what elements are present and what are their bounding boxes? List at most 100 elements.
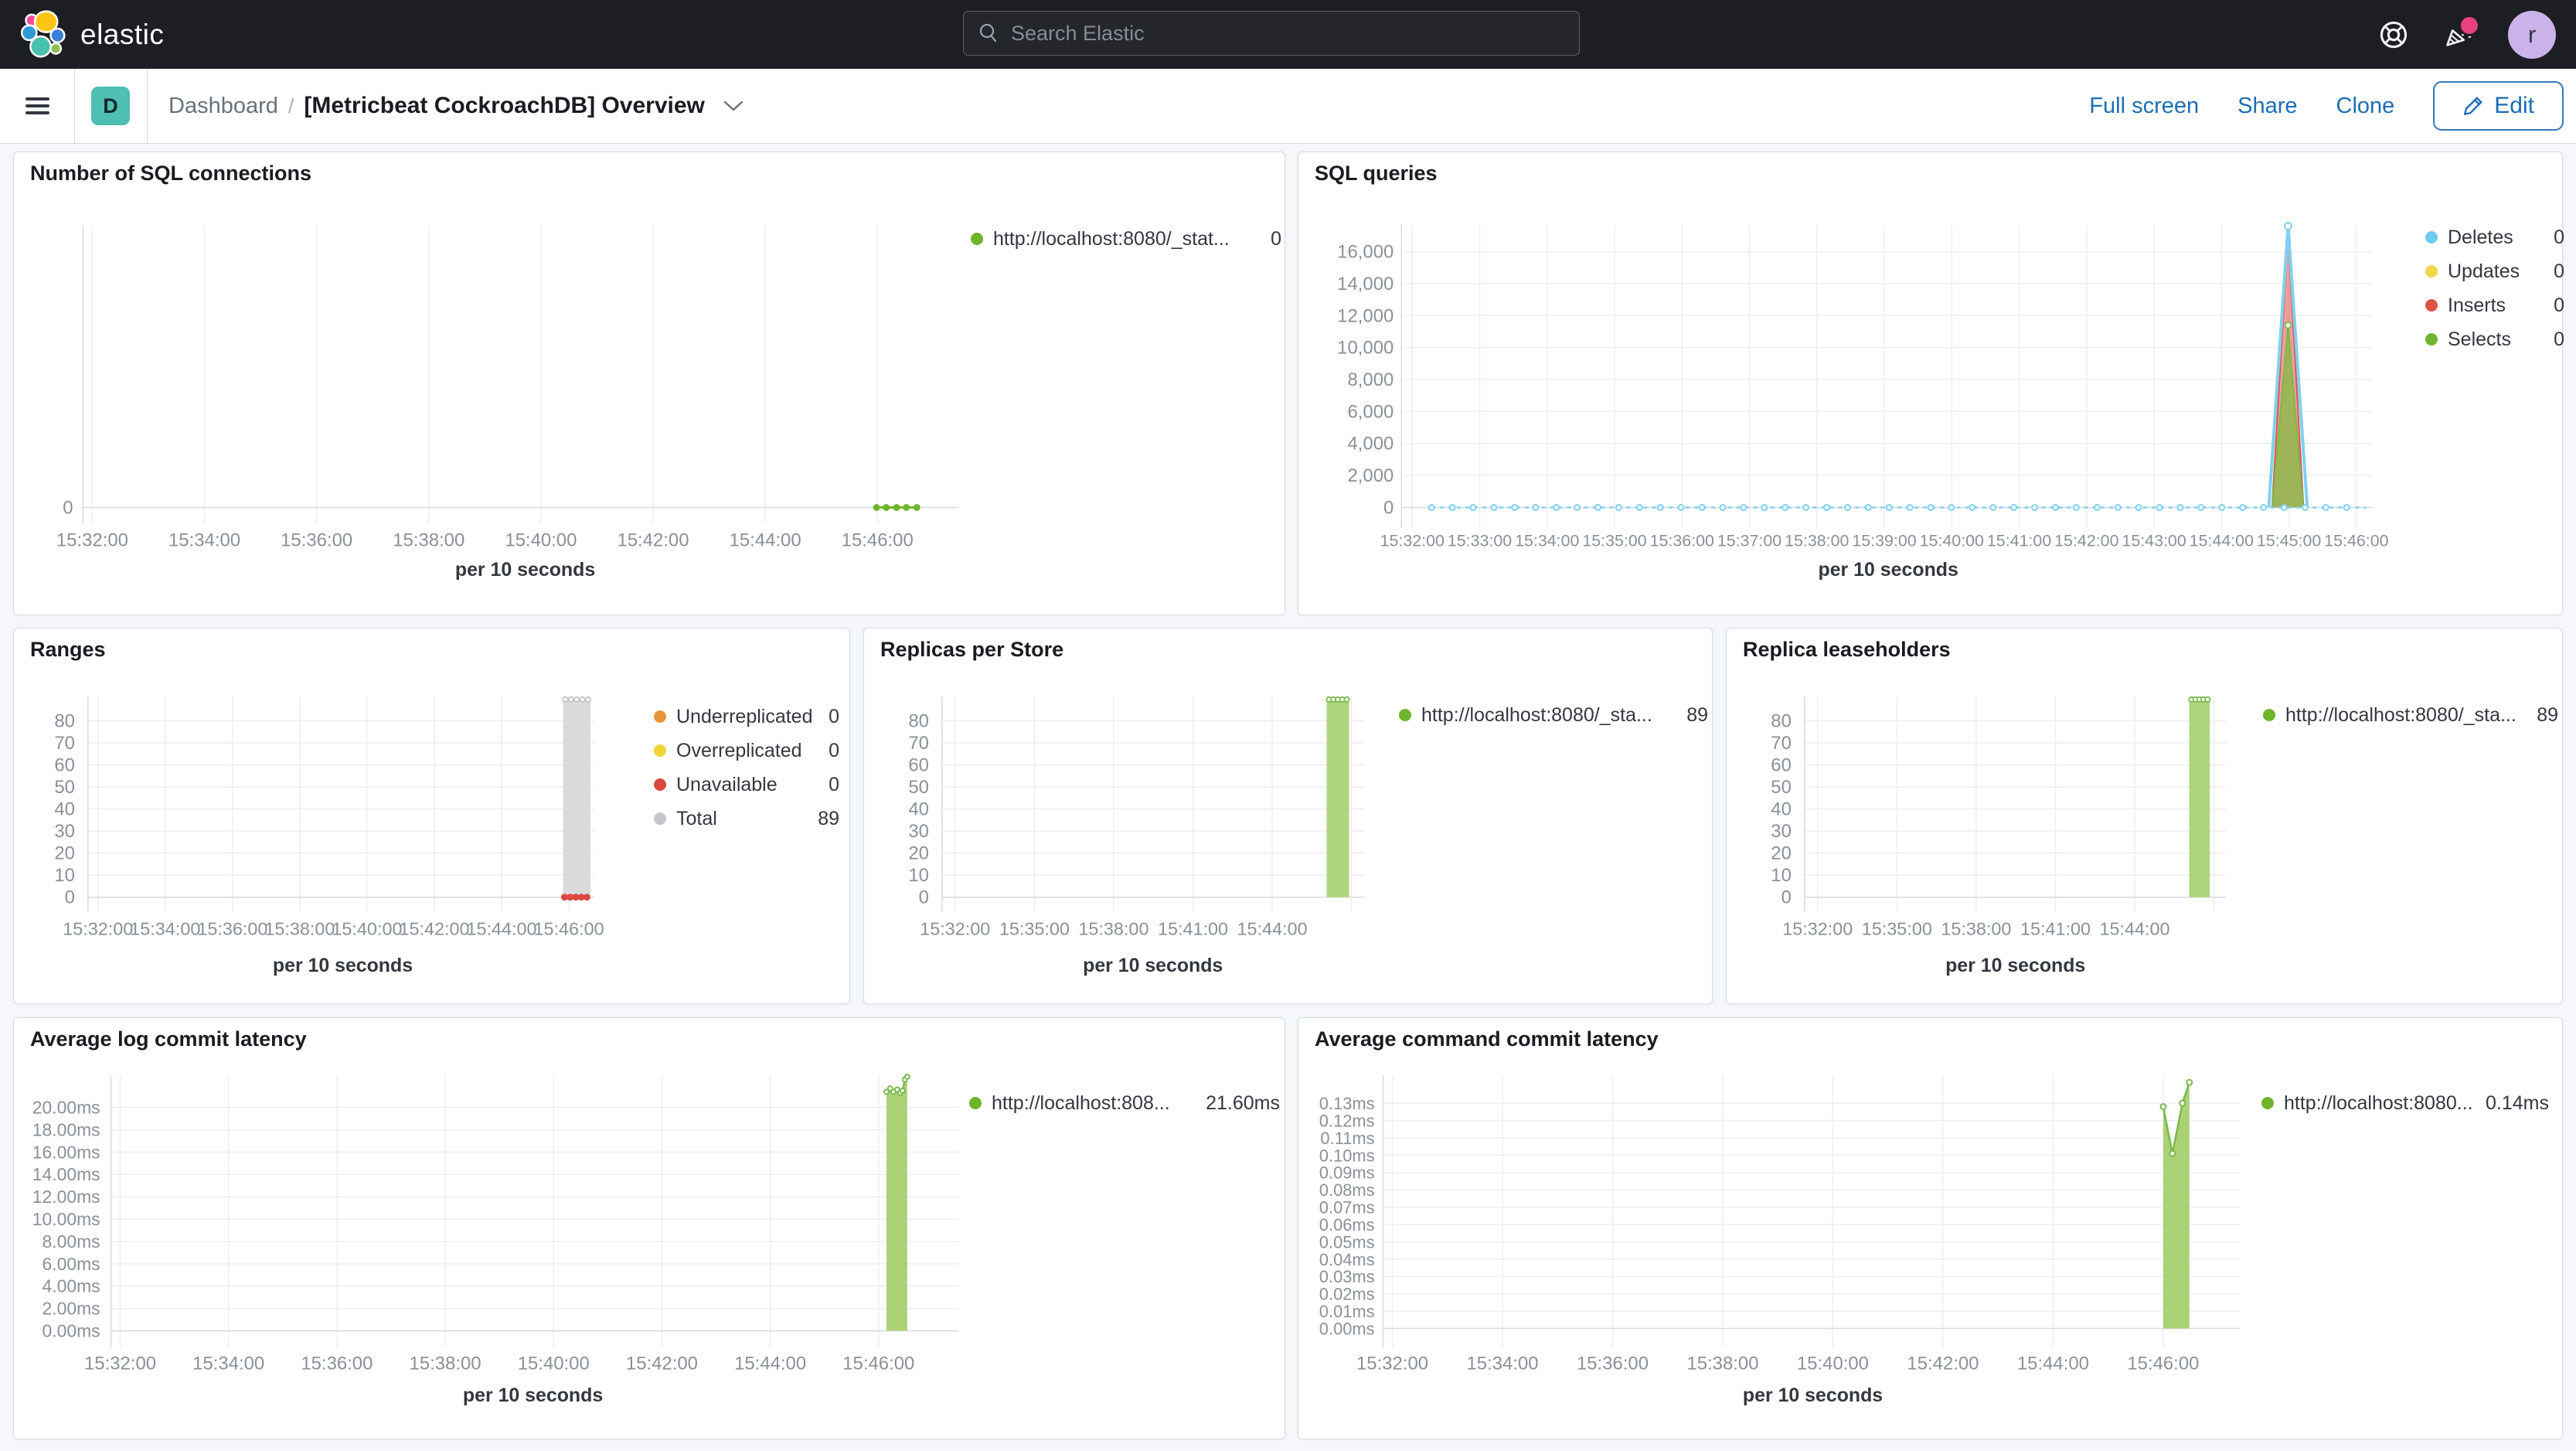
legend-item[interactable]: http://localhost:808... 21.60ms <box>969 1091 1280 1115</box>
svg-text:15:46:00: 15:46:00 <box>2324 531 2388 550</box>
svg-text:30: 30 <box>1771 821 1792 842</box>
panel-average-command-commit-latency[interactable]: Average command commit latency 0.13ms 0.1… <box>1298 1017 2563 1439</box>
panel-sql-queries[interactable]: SQL queries 16,000 14,000 12,000 10,000 8,00… <box>1298 152 2564 615</box>
chart-legend: Deletes 0 Updates 0 Inserts 0 Selects 0 <box>2425 225 2564 361</box>
svg-text:15:41:00: 15:41:00 <box>1987 531 2051 550</box>
legend-value: 0 <box>829 739 839 761</box>
axis-labels: 80706050403020100 15:32:0015:34:0015:36:0… <box>54 710 604 976</box>
svg-text:0.12ms: 0.12ms <box>1319 1111 1375 1130</box>
gridlines <box>1804 696 2227 912</box>
legend-item[interactable]: Inserts 0 <box>2425 293 2564 318</box>
axis-labels: 80706050403020100 15:32:00 15:35:00 15:38:0… <box>1771 710 2169 976</box>
svg-text:0.11ms: 0.11ms <box>1320 1129 1374 1148</box>
chevron-down-icon[interactable] <box>723 99 744 113</box>
svg-text:15:38:00: 15:38:00 <box>410 1353 482 1374</box>
svg-text:2.00ms: 2.00ms <box>42 1299 100 1319</box>
svg-text:14,000: 14,000 <box>1337 274 1393 295</box>
svg-text:0.13ms: 0.13ms <box>1319 1094 1375 1113</box>
user-avatar[interactable]: r <box>2508 10 2556 59</box>
panel-replica-leaseholders[interactable]: Replica leaseholders 80 70 60 50 40 30 20 10 0 15… <box>1726 628 2563 1004</box>
chart-average-log-commit-latency[interactable]: 20.00ms18.00ms 16.00ms14.00ms 12.00ms10.00… <box>14 1018 1285 1439</box>
legend-item[interactable]: http://localhost:8080/_sta... 89 <box>1399 703 1708 727</box>
legend-item[interactable]: Underreplicated 0 <box>654 704 839 729</box>
legend-label: Inserts <box>2448 294 2506 316</box>
legend-label: Unavailable <box>676 773 778 795</box>
svg-text:15:41:00: 15:41:00 <box>2020 918 2091 938</box>
svg-text:50: 50 <box>54 777 75 798</box>
divider <box>74 69 75 143</box>
menu-icon[interactable] <box>26 94 49 118</box>
news-icon[interactable] <box>2443 14 2480 50</box>
svg-text:0: 0 <box>63 497 73 518</box>
help-icon[interactable] <box>2378 19 2409 50</box>
svg-text:80: 80 <box>54 710 75 731</box>
chart-replica-leaseholders[interactable]: 80706050403020100 15:32:00 15:35:00 15:38:0… <box>1727 628 2562 1003</box>
full-screen-link[interactable]: Full screen <box>2089 94 2199 119</box>
panel-number-of-sql-connections[interactable]: Number of SQL connections 0 15:32:00 15:34… <box>13 152 1285 615</box>
svg-text:15:34:00: 15:34:00 <box>130 918 200 938</box>
legend-item[interactable]: Overreplicated 0 <box>654 738 839 763</box>
svg-text:0: 0 <box>1781 887 1792 908</box>
panel-replicas-per-store[interactable]: Replicas per Store 80 70 60 50 40 30 20 10 0 15:3… <box>863 628 1713 1004</box>
svg-text:per 10 seconds: per 10 seconds <box>273 955 413 976</box>
legend-value: 0 <box>829 773 839 795</box>
share-link[interactable]: Share <box>2237 94 2297 119</box>
legend-item[interactable]: http://localhost:8080/_stat... 0 <box>971 227 1281 251</box>
svg-text:15:42:00: 15:42:00 <box>1907 1353 1979 1374</box>
series <box>873 503 920 511</box>
svg-text:15:46:00: 15:46:00 <box>842 530 914 550</box>
legend-value: 21.60ms <box>1206 1092 1280 1114</box>
legend-item[interactable]: http://localhost:8080/_sta... 89 <box>2263 703 2558 727</box>
edit-button[interactable]: Edit <box>2433 81 2564 131</box>
search-icon <box>979 23 997 43</box>
svg-text:per 10 seconds: per 10 seconds <box>463 1385 603 1406</box>
svg-text:20: 20 <box>908 843 929 864</box>
svg-text:15:40:00: 15:40:00 <box>518 1353 590 1374</box>
svg-text:20: 20 <box>1771 843 1792 864</box>
search-input[interactable]: Search Elastic <box>963 11 1580 56</box>
panel-ranges[interactable]: Ranges 80 70 60 50 40 30 20 10 0 15:32:00 15:34:00… <box>13 628 850 1004</box>
legend-item[interactable]: Deletes 0 <box>2425 225 2564 250</box>
legend-item[interactable]: Updates 0 <box>2425 259 2564 284</box>
chart-replicas-per-store[interactable]: 80706050403020100 15:32:00 15:35:00 15:38:0… <box>864 628 1712 1003</box>
svg-text:12.00ms: 12.00ms <box>32 1187 100 1207</box>
chart-legend: http://localhost:8080/_sta... 89 <box>2263 703 2558 737</box>
svg-text:15:32:00: 15:32:00 <box>63 918 133 938</box>
breadcrumb-dashboard[interactable]: Dashboard <box>168 94 278 119</box>
svg-text:15:32:00: 15:32:00 <box>920 918 990 938</box>
svg-text:15:32:00: 15:32:00 <box>56 530 128 550</box>
legend-value: 89 <box>2537 703 2558 726</box>
svg-text:15:40:00: 15:40:00 <box>505 530 577 550</box>
svg-text:15:42:00: 15:42:00 <box>2054 531 2118 550</box>
chart-sql-queries[interactable]: 16,000 14,000 12,000 10,000 8,000 6,000 4,000 2… <box>1298 152 2562 615</box>
legend-item[interactable]: Total 89 <box>654 806 839 831</box>
svg-text:0.04ms: 0.04ms <box>1319 1250 1375 1269</box>
svg-text:8,000: 8,000 <box>1347 370 1393 390</box>
chart-number-of-sql-connections[interactable]: 0 15:32:00 15:34:00 15:36:00 15:38:00 15:40:0… <box>14 152 1285 615</box>
clone-link[interactable]: Clone <box>2336 94 2395 119</box>
legend-item[interactable]: http://localhost:8080... 0.14ms <box>2261 1091 2549 1115</box>
chart-average-command-commit-latency[interactable]: 0.13ms0.12ms0.11ms0.10ms0.09ms0.08ms0.07… <box>1298 1018 2562 1439</box>
svg-text:per 10 seconds: per 10 seconds <box>1819 559 1958 581</box>
svg-text:60: 60 <box>54 754 75 775</box>
chart-legend: http://localhost:8080... 0.14ms <box>2261 1091 2549 1125</box>
legend-label: Total <box>676 807 717 829</box>
svg-text:15:44:00: 15:44:00 <box>2190 531 2254 550</box>
svg-text:15:46:00: 15:46:00 <box>534 918 604 938</box>
panel-average-log-commit-latency[interactable]: Average log commit latency 20.00ms 18.00m… <box>13 1017 1285 1439</box>
svg-text:16.00ms: 16.00ms <box>32 1142 100 1162</box>
legend-item[interactable]: Unavailable 0 <box>654 772 839 797</box>
axis-labels: 20.00ms18.00ms 16.00ms14.00ms 12.00ms10.00… <box>32 1098 915 1407</box>
svg-text:40: 40 <box>908 799 929 820</box>
space-badge[interactable]: D <box>91 87 130 125</box>
elastic-logo[interactable] <box>20 10 68 60</box>
series <box>1325 696 1350 898</box>
svg-text:15:44:00: 15:44:00 <box>1237 918 1308 938</box>
legend-color-dot <box>654 812 666 825</box>
gridlines <box>82 225 959 524</box>
legend-label: Underreplicated <box>676 705 813 727</box>
svg-text:15:35:00: 15:35:00 <box>1862 918 1932 938</box>
gridlines <box>941 696 1364 912</box>
svg-text:15:32:00: 15:32:00 <box>1380 531 1445 550</box>
legend-item[interactable]: Selects 0 <box>2425 327 2564 352</box>
